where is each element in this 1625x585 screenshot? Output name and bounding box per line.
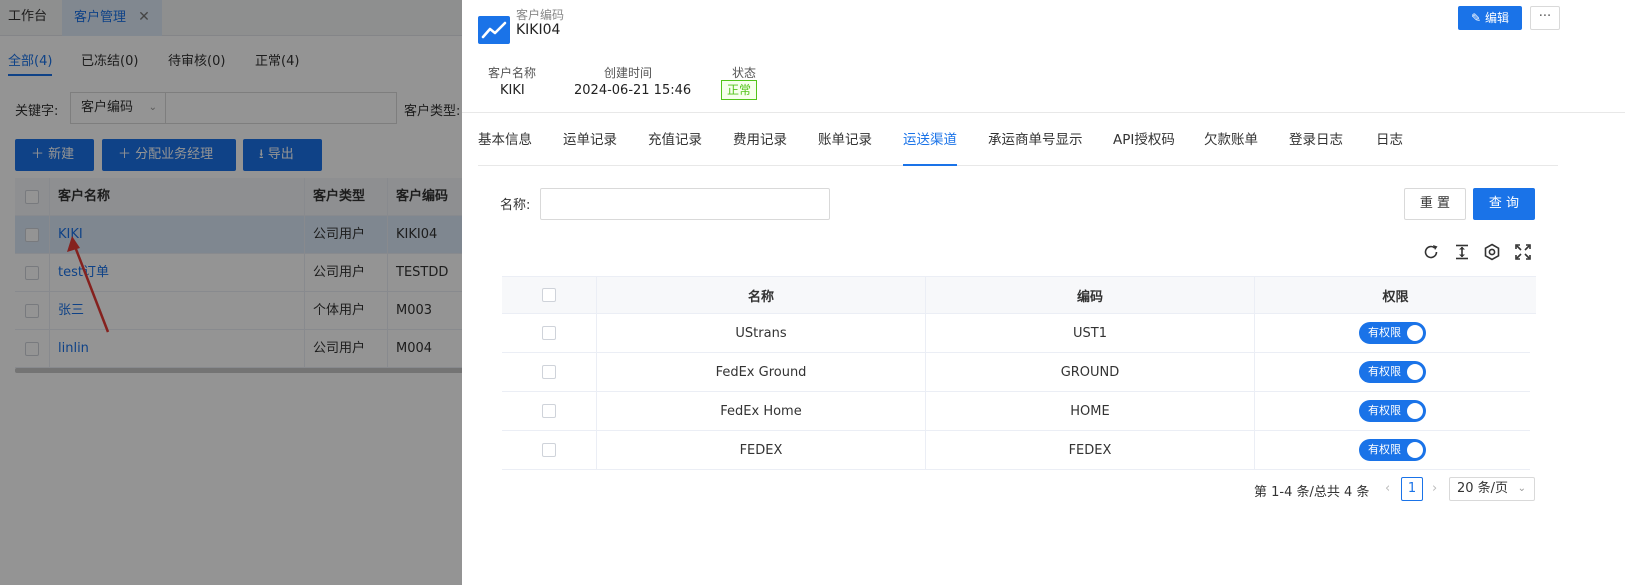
- tab-arrears-bills[interactable]: 欠款账单: [1204, 126, 1258, 166]
- reset-button[interactable]: 重 置: [1404, 188, 1466, 220]
- page-size-value: 20 条/页: [1457, 481, 1509, 496]
- row-checkbox[interactable]: [542, 404, 556, 418]
- customer-code-title: KIKI04: [516, 22, 561, 38]
- channel-name-cell: UStrans: [597, 314, 926, 352]
- channel-name-cell: FEDEX: [597, 431, 926, 469]
- toggle-label: 有权限: [1368, 326, 1401, 339]
- toggle-knob: [1407, 364, 1423, 380]
- toggle-knob: [1407, 325, 1423, 341]
- toggle-label: 有权限: [1368, 404, 1401, 417]
- more-icon: ···: [1538, 9, 1552, 24]
- permission-toggle[interactable]: 有权限: [1359, 361, 1426, 383]
- tab-login-log[interactable]: 登录日志: [1289, 126, 1343, 166]
- tab-fee-records[interactable]: 费用记录: [733, 126, 787, 166]
- table-row[interactable]: UStrans UST1 有权限: [502, 314, 1530, 353]
- edit-button[interactable]: ✎ 编辑: [1458, 6, 1522, 30]
- detail-tabs: 基本信息 运单记录 充值记录 费用记录 账单记录 运送渠道 承运商单号显示 AP…: [478, 126, 1558, 166]
- page-number-current[interactable]: 1: [1401, 477, 1423, 501]
- table-header-row: 名称 编码 权限: [502, 276, 1536, 314]
- created-time-value: 2024-06-21 15:46: [574, 83, 692, 98]
- name-filter-input[interactable]: [540, 188, 830, 220]
- row-checkbox[interactable]: [542, 443, 556, 457]
- tab-carrier-tracking-display[interactable]: 承运商单号显示: [988, 126, 1083, 166]
- table-row[interactable]: FEDEX FEDEX 有权限: [502, 431, 1530, 470]
- channel-name-cell: FedEx Home: [597, 392, 926, 430]
- toggle-label: 有权限: [1368, 365, 1401, 378]
- status-badge: 正常: [721, 80, 758, 100]
- toggle-knob: [1407, 442, 1423, 458]
- tab-recharge-records[interactable]: 充值记录: [648, 126, 702, 166]
- select-all-checkbox[interactable]: [542, 288, 556, 302]
- refresh-icon[interactable]: [1422, 243, 1440, 261]
- toggle-label: 有权限: [1368, 443, 1401, 456]
- status-label: 状态: [732, 66, 757, 80]
- table-row[interactable]: FedEx Ground GROUND 有权限: [502, 353, 1530, 392]
- column-height-icon[interactable]: [1453, 243, 1471, 261]
- chevron-down-icon: ⌄: [1517, 483, 1526, 494]
- customer-code-label: 客户编码: [516, 8, 565, 22]
- tab-bill-records[interactable]: 账单记录: [818, 126, 872, 166]
- channel-code-cell: UST1: [926, 314, 1255, 352]
- select-all-checkbox-cell: [502, 277, 597, 313]
- row-checkbox-cell: [502, 353, 597, 391]
- tab-waybill-records[interactable]: 运单记录: [563, 126, 617, 166]
- tab-log[interactable]: 日志: [1376, 126, 1403, 166]
- permission-toggle[interactable]: 有权限: [1359, 400, 1426, 422]
- tab-basic-info[interactable]: 基本信息: [478, 126, 532, 166]
- toggle-knob: [1407, 403, 1423, 419]
- more-button[interactable]: ···: [1530, 6, 1560, 30]
- permission-cell: 有权限: [1255, 314, 1530, 352]
- chevron-right-icon[interactable]: ›: [1432, 481, 1437, 503]
- row-checkbox-cell: [502, 392, 597, 430]
- channel-name-cell: FedEx Ground: [597, 353, 926, 391]
- channel-code-cell: FEDEX: [926, 431, 1255, 469]
- header-permission: 权限: [1382, 289, 1409, 305]
- created-time-label: 创建时间: [604, 66, 653, 80]
- row-checkbox-cell: [502, 431, 597, 469]
- channel-code-cell: HOME: [926, 392, 1255, 430]
- header-name: 名称: [597, 277, 926, 313]
- row-checkbox[interactable]: [542, 365, 556, 379]
- page-size-select[interactable]: 20 条/页 ⌄: [1449, 477, 1535, 501]
- edit-icon: ✎: [1471, 11, 1482, 25]
- channel-code-cell: GROUND: [926, 353, 1255, 391]
- tab-api-auth-code[interactable]: API授权码: [1113, 126, 1175, 166]
- customer-detail-drawer: 客户编码 KIKI04 ✎ 编辑 ··· 客户名称 KIKI 创建时间 2024…: [462, 0, 1625, 585]
- query-button[interactable]: 查 询: [1473, 188, 1535, 220]
- permission-toggle[interactable]: 有权限: [1359, 322, 1426, 344]
- permission-cell: 有权限: [1255, 392, 1530, 430]
- permission-cell: 有权限: [1255, 431, 1530, 469]
- pagination-summary: 第 1-4 条/总共 4 条: [1254, 485, 1370, 500]
- chevron-left-icon[interactable]: ‹: [1385, 481, 1390, 503]
- row-checkbox-cell: [502, 314, 597, 352]
- header-divider: [462, 112, 1625, 113]
- settings-icon[interactable]: [1483, 243, 1501, 261]
- header-code: 编码: [926, 277, 1255, 313]
- trend-chart-icon: [478, 16, 510, 44]
- permission-cell: 有权限: [1255, 353, 1530, 391]
- table-row[interactable]: FedEx Home HOME 有权限: [502, 392, 1530, 431]
- customer-name-value: KIKI: [500, 83, 525, 98]
- permission-toggle[interactable]: 有权限: [1359, 439, 1426, 461]
- tab-shipping-channels[interactable]: 运送渠道: [903, 126, 957, 166]
- edit-button-label: 编辑: [1484, 11, 1509, 25]
- customer-name-label: 客户名称: [488, 66, 537, 80]
- row-checkbox[interactable]: [542, 326, 556, 340]
- name-filter-label: 名称:: [500, 198, 531, 213]
- fullscreen-icon[interactable]: [1514, 243, 1532, 261]
